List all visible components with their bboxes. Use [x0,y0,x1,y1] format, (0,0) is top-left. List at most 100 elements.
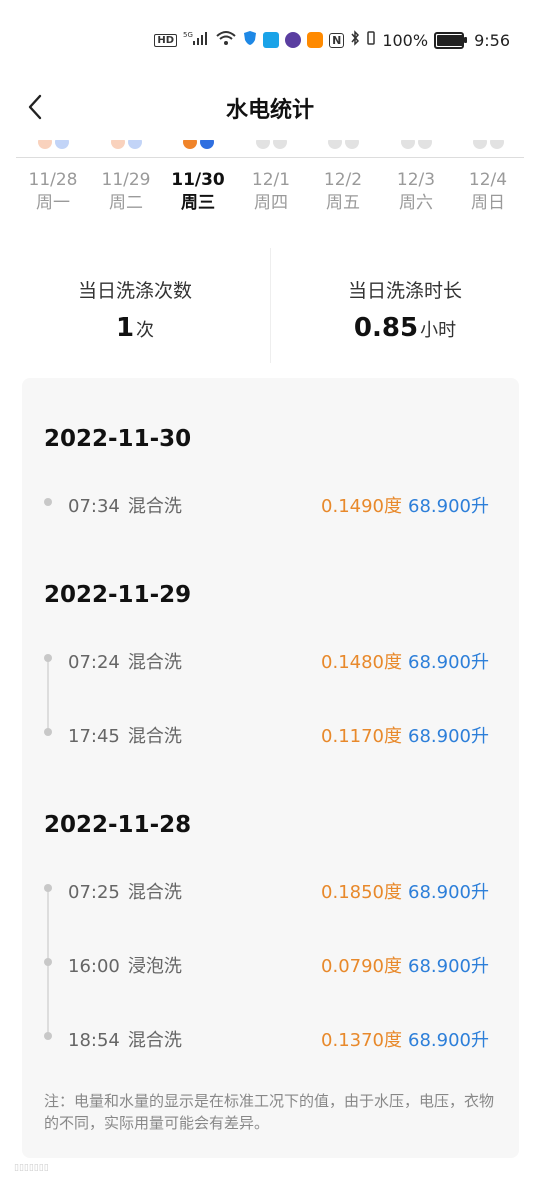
record-time: 18:54 [68,1030,120,1051]
day-date: 11/29 [101,170,151,190]
electricity-usage: 0.1370度 [321,1030,403,1051]
electricity-usage: 0.0790度 [321,956,403,977]
bluetooth-icon [350,30,360,50]
water-usage: 68.900升 [408,652,489,673]
electricity-usage: 0.1490度 [321,496,403,517]
wash-records-card[interactable]: 注：电量和水量的显示是在标准工况下的值，由于水压，电压，衣物的不同，实际用量可能… [22,378,519,1158]
day-11-28[interactable]: 11/28 周一 [17,140,89,213]
day-12-4[interactable]: 12/4 周日 [452,140,524,213]
record-group-date: 2022-11-28 [44,812,192,838]
day-date: 11/28 [28,170,78,190]
record-entry: 16:00 浸泡洗 [68,952,182,978]
timeline-dot [44,1032,52,1040]
record-time: 07:24 [68,652,120,673]
wash-count-value: 1 [115,313,135,343]
browser-app-icon [263,32,280,48]
usage-indicator [90,140,162,157]
day-weekday: 周二 [109,193,143,213]
usage-indicator [307,140,379,157]
timeline-dot [44,884,52,892]
record-mode: 混合洗 [127,882,182,903]
record-time: 17:45 [68,726,120,747]
wash-duration-label: 当日洗涤时长 [347,280,462,302]
record-time: 16:00 [68,956,120,977]
water-usage: 68.900升 [408,1030,489,1051]
svg-text:5G: 5G [183,31,193,39]
water-dot [344,140,359,149]
water-dot [272,140,287,149]
wash-count-label: 当日洗涤次数 [77,280,192,302]
usage-indicator [162,140,234,157]
day-weekday: 周六 [399,193,433,213]
usage-indicator [452,140,524,157]
record-mode: 混合洗 [127,1030,182,1051]
day-date: 12/3 [396,170,436,190]
podcast-app-icon [285,32,302,48]
day-12-2[interactable]: 12/2 周五 [307,140,379,213]
app-header: 水电统计 [0,80,540,136]
day-weekday: 周三 [181,193,215,213]
wash-count-unit: 次 [136,320,155,341]
day-11-30[interactable]: 11/30 周三 [162,140,234,213]
water-usage: 68.900升 [408,956,489,977]
timeline-dot [44,728,52,736]
week-date-strip: 11/28 周一 11/29 周二 11/30 周三 12/1 周四 12/2 周五 12/3 周六 1… [0,140,540,220]
page-title: 水电统计 [225,98,314,123]
clock: 9:56 [474,30,510,50]
electricity-dot [37,140,52,149]
record-usage: 0.1370度 68.900升 [321,1026,489,1052]
water-usage: 68.900升 [408,726,489,747]
record-entry: 07:34 混合洗 [68,492,182,518]
hd-icon: HD [154,33,178,47]
water-dot [417,140,432,149]
record-mode: 混合洗 [127,726,182,747]
record-mode: 混合洗 [127,652,182,673]
electricity-dot [472,140,487,149]
day-date: 11/30 [171,170,225,190]
day-date: 12/2 [323,170,363,190]
signal-5g-icon: 5G [183,30,209,50]
day-12-3[interactable]: 12/3 周六 [380,140,452,213]
water-dot [127,140,142,149]
taobao-app-icon [307,32,324,48]
day-weekday: 周五 [326,193,360,213]
record-group-date: 2022-11-29 [44,582,192,608]
day-11-29[interactable]: 11/29 周二 [90,140,162,213]
timeline-dot [44,654,52,662]
record-usage: 0.1170度 68.900升 [321,722,489,748]
nfc-icon: N [329,32,345,48]
timeline-line [47,658,49,732]
wifi-icon [215,30,237,50]
record-entry: 07:24 混合洗 [68,648,182,674]
timeline-dot [44,498,52,506]
day-date: 12/4 [468,170,508,190]
electricity-dot [255,140,270,149]
record-mode: 混合洗 [127,496,182,517]
water-dot [199,140,214,149]
electricity-dot [327,140,342,149]
usage-note: 注：电量和水量的显示是在标准工况下的值，由于水压，电压，衣物的不同，实际用量可能… [44,1092,495,1132]
wash-duration-unit: 小时 [420,320,457,341]
wash-duration-value: 0.85 [353,313,419,343]
electricity-dot [182,140,197,149]
battery-icon [434,31,468,49]
usage-indicator [380,140,452,157]
status-icons: HD 5G N 100% 9:56 [154,30,510,50]
shield-app-icon [243,30,257,50]
battery-level [437,34,464,46]
wash-count-stat: 当日洗涤次数 1次 [0,248,270,343]
record-entry: 07:25 混合洗 [68,878,182,904]
daily-summary: 当日洗涤次数 1次 当日洗涤时长 0.85 小时 [0,248,540,363]
water-dot [54,140,69,149]
day-12-1[interactable]: 12/1 周四 [235,140,307,213]
battery-percentage: 100% [382,30,429,50]
electricity-dot [110,140,125,149]
electricity-usage: 0.1850度 [321,882,403,903]
water-usage: 68.900升 [408,496,489,517]
water-dot [489,140,504,149]
record-usage: 0.1850度 68.900升 [321,878,489,904]
record-group-date: 2022-11-30 [44,426,192,452]
water-usage: 68.900升 [408,882,489,903]
vibrate-icon [366,30,376,50]
watermark: ▯▯▯▯▯▯▯ [14,1163,49,1173]
